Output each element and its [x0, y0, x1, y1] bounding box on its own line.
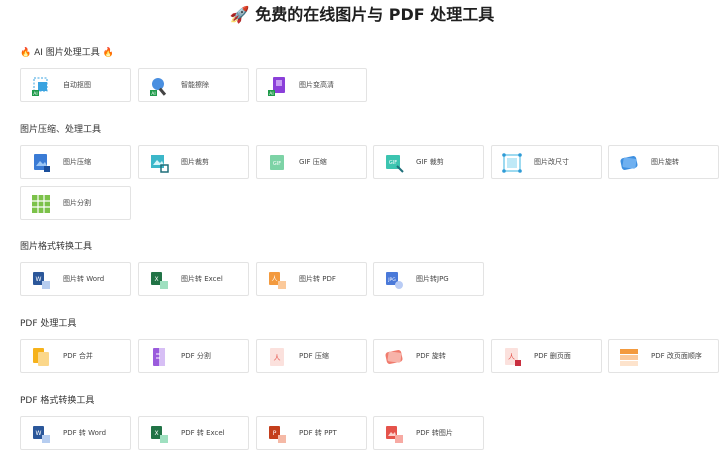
tool-label: 图片转 PDF: [299, 275, 336, 283]
tool-label: 图片旋转: [651, 158, 679, 166]
tool-label: 自动抠图: [63, 81, 91, 89]
tool-label: PDF 转 Word: [63, 429, 107, 437]
svg-text:AI: AI: [151, 91, 155, 97]
tool-label: 图片变高清: [299, 81, 334, 89]
image-to-pdf-icon: 人: [266, 269, 288, 291]
pdf-merge-icon: [30, 346, 52, 368]
svg-text:人: 人: [271, 276, 277, 283]
tool-card-image-to-word[interactable]: W 图片转 Word: [20, 262, 131, 296]
tool-card-image-to-jpg[interactable]: JPG 图片转JPG: [373, 262, 484, 296]
tool-card-pdf-reorder[interactable]: PDF 改页面顺序: [608, 339, 719, 373]
tool-card-pdf-to-excel[interactable]: X PDF 转 Excel: [138, 416, 249, 450]
tool-label: PDF 改页面顺序: [651, 352, 702, 360]
tool-label: 图片转 Excel: [181, 275, 223, 283]
image-rotate-icon: [618, 152, 640, 174]
tool-label: GIF 裁剪: [416, 158, 444, 166]
tool-card-image-to-excel[interactable]: X 图片转 Excel: [138, 262, 249, 296]
image-to-word-icon: W: [30, 269, 52, 291]
image-enhance-icon: AI: [266, 75, 288, 97]
tool-label: 智能擦除: [181, 81, 209, 89]
tool-label: 图片改尺寸: [534, 158, 569, 166]
tool-label: 图片裁剪: [181, 158, 209, 166]
tool-label: 图片压缩: [63, 158, 91, 166]
svg-text:人: 人: [508, 353, 515, 361]
image-split-icon: [30, 193, 52, 215]
tool-card-image-crop[interactable]: 图片裁剪: [138, 145, 249, 179]
tool-card-pdf-compress[interactable]: 人 PDF 压缩: [256, 339, 367, 373]
tool-card-image-rotate[interactable]: 图片旋转: [608, 145, 719, 179]
tool-card-pdf-split[interactable]: PDF 分割: [138, 339, 249, 373]
tool-card-image-enhance[interactable]: AI 图片变高清: [256, 68, 367, 102]
section-title: 图片格式转换工具: [20, 242, 93, 252]
tool-card-smart-erase[interactable]: AI 智能擦除: [138, 68, 249, 102]
tool-card-image-resize[interactable]: 图片改尺寸: [491, 145, 602, 179]
pdf-reorder-icon: [618, 346, 640, 368]
auto-cutout-icon: AI: [30, 75, 52, 97]
svg-text:AI: AI: [33, 91, 37, 97]
svg-text:GIF: GIF: [389, 160, 397, 166]
tool-card-pdf-to-ppt[interactable]: P PDF 转 PPT: [256, 416, 367, 450]
pdf-compress-icon: 人: [266, 346, 288, 368]
tool-label: PDF 转图片: [416, 429, 453, 437]
tool-label: PDF 合并: [63, 352, 93, 360]
tool-card-image-split[interactable]: 图片分割: [20, 186, 131, 220]
tool-label: PDF 压缩: [299, 352, 329, 360]
image-resize-icon: [501, 152, 523, 174]
tool-card-gif-crop[interactable]: GIF GIF 裁剪: [373, 145, 484, 179]
svg-text:GIF: GIF: [273, 161, 281, 167]
tool-card-image-compress[interactable]: 图片压缩: [20, 145, 131, 179]
section-title: PDF 格式转换工具: [20, 396, 95, 406]
gif-crop-icon: GIF: [383, 152, 405, 174]
pdf-to-image-icon: [383, 423, 405, 445]
svg-text:人: 人: [274, 354, 281, 362]
image-compress-icon: [30, 152, 52, 174]
pdf-to-excel-icon: X: [148, 423, 170, 445]
pdf-to-ppt-icon: P: [266, 423, 288, 445]
image-to-jpg-icon: JPG: [383, 269, 405, 291]
svg-text:AI: AI: [269, 91, 273, 97]
svg-text:W: W: [36, 430, 42, 437]
pdf-split-icon: [148, 346, 170, 368]
tool-card-pdf-merge[interactable]: PDF 合并: [20, 339, 131, 373]
gif-compress-icon: GIF: [266, 152, 288, 174]
svg-text:X: X: [154, 276, 158, 283]
tool-label: 图片转 Word: [63, 275, 105, 283]
tool-card-pdf-rotate[interactable]: PDF 旋转: [373, 339, 484, 373]
tool-card-image-to-pdf[interactable]: 人 图片转 PDF: [256, 262, 367, 296]
section-title: 图片压缩、处理工具: [20, 125, 102, 135]
tool-label: GIF 压缩: [299, 158, 327, 166]
smart-erase-icon: AI: [148, 75, 170, 97]
image-to-excel-icon: X: [148, 269, 170, 291]
page-title: 🚀 免费的在线图片与 PDF 处理工具: [229, 5, 495, 24]
pdf-rotate-icon: [383, 346, 405, 368]
section-title: 🔥 AI 图片处理工具 🔥: [20, 48, 114, 58]
tool-card-pdf-to-image[interactable]: PDF 转图片: [373, 416, 484, 450]
pdf-to-word-icon: W: [30, 423, 52, 445]
tool-card-auto-cutout[interactable]: AI 自动抠图: [20, 68, 131, 102]
tool-card-pdf-to-word[interactable]: W PDF 转 Word: [20, 416, 131, 450]
svg-text:P: P: [273, 430, 277, 437]
tool-label: PDF 旋转: [416, 352, 446, 360]
section-title: PDF 处理工具: [20, 319, 77, 329]
tool-label: PDF 分割: [181, 352, 211, 360]
tool-label: PDF 转 Excel: [181, 429, 225, 437]
tool-label: 图片转JPG: [416, 275, 449, 283]
svg-text:JPG: JPG: [387, 277, 396, 283]
tool-card-gif-compress[interactable]: GIF GIF 压缩: [256, 145, 367, 179]
tool-label: 图片分割: [63, 199, 91, 207]
tool-label: PDF 删页面: [534, 352, 571, 360]
tool-card-pdf-delete-pages[interactable]: 人 PDF 删页面: [491, 339, 602, 373]
tool-label: PDF 转 PPT: [299, 429, 337, 437]
image-crop-icon: [148, 152, 170, 174]
pdf-delete-pages-icon: 人: [501, 346, 523, 368]
svg-text:W: W: [36, 276, 42, 283]
svg-text:X: X: [154, 430, 158, 437]
